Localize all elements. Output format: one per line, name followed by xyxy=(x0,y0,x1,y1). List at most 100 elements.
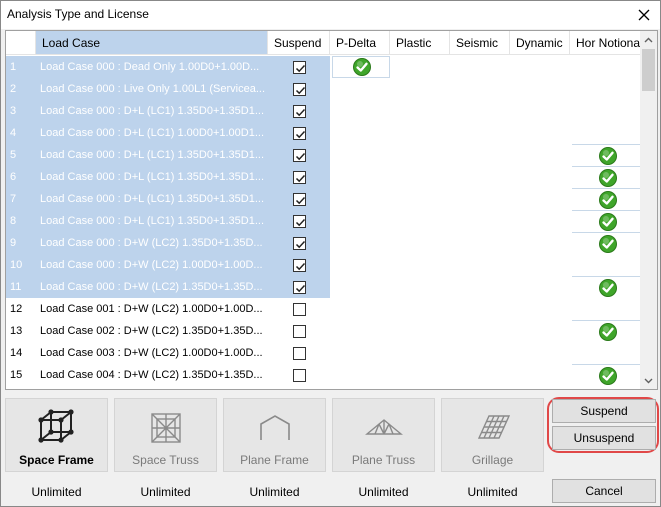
suspend-checkbox[interactable] xyxy=(292,170,306,184)
header-p-delta[interactable]: P-Delta xyxy=(330,31,390,55)
row-number: 15 xyxy=(10,369,23,381)
row-number: 11 xyxy=(6,276,36,298)
table-row[interactable]: 7 Load Case 000 : D+L (LC1) 1.35D0+1.35D1… xyxy=(6,188,640,210)
vertical-scrollbar[interactable] xyxy=(640,31,657,389)
table-row[interactable]: 9 Load Case 000 : D+W (LC2) 1.35D0+1.35D.… xyxy=(6,232,640,254)
suspend-checkbox[interactable] xyxy=(292,126,306,140)
hor-notional-cell[interactable] xyxy=(572,232,640,254)
hor-notional-cell[interactable] xyxy=(572,188,640,210)
load-case-name: Load Case 002 : D+W (LC2) 1.35D0+1.35D..… xyxy=(40,325,263,337)
scroll-up-icon[interactable] xyxy=(640,31,657,48)
suspend-checkbox[interactable] xyxy=(292,192,306,206)
table-row[interactable]: 13 Load Case 002 : D+W (LC2) 1.35D0+1.35D… xyxy=(6,320,640,342)
suspend-checkbox[interactable] xyxy=(292,302,306,316)
green-check-icon xyxy=(598,278,618,298)
suspend-cell xyxy=(268,342,330,364)
suspend-checkbox[interactable] xyxy=(292,280,306,294)
cancel-button[interactable]: Cancel xyxy=(552,479,656,503)
load-case-name: Load Case 000 : Dead Only 1.00D0+1.00D..… xyxy=(36,56,268,78)
suspend-cell xyxy=(268,210,330,232)
suspend-checkbox[interactable] xyxy=(292,236,306,250)
row-number: 4 xyxy=(6,122,36,144)
table-row[interactable]: 6 Load Case 000 : D+L (LC1) 1.35D0+1.35D1… xyxy=(6,166,640,188)
green-check-icon xyxy=(598,146,618,166)
suspend-checkbox[interactable] xyxy=(292,258,306,272)
load-case-name: Load Case 000 : D+L (LC1) 1.35D0+1.35D1.… xyxy=(36,166,268,188)
space-truss-button[interactable]: Space Truss xyxy=(114,398,217,472)
table-row[interactable]: 5 Load Case 000 : D+L (LC1) 1.35D0+1.35D1… xyxy=(6,144,640,166)
hor-notional-cell[interactable] xyxy=(572,210,640,232)
load-case-name: Load Case 000 : D+W (LC2) 1.00D0+1.00D..… xyxy=(36,254,268,276)
row-number: 14 xyxy=(10,347,23,359)
close-icon[interactable] xyxy=(634,5,654,25)
header-suspend[interactable]: Suspend xyxy=(268,31,330,55)
header-load-case[interactable]: Load Case xyxy=(36,31,268,55)
green-check-icon xyxy=(598,234,618,254)
suspend-cell xyxy=(268,78,330,100)
header-seismic[interactable]: Seismic xyxy=(450,31,510,55)
table-row[interactable]: 4 Load Case 000 : D+L (LC1) 1.00D0+1.00D1… xyxy=(6,122,640,144)
analysis-type-label: Plane Truss xyxy=(351,453,416,467)
green-check-icon xyxy=(598,168,618,188)
scrollbar-thumb[interactable] xyxy=(642,49,655,91)
suspend-cell xyxy=(268,232,330,254)
grillage-button[interactable]: Grillage xyxy=(441,398,544,472)
suspend-checkbox[interactable] xyxy=(292,82,306,96)
p-delta-cell[interactable] xyxy=(332,56,390,78)
space-frame-button[interactable]: Space Frame xyxy=(5,398,108,472)
load-case-name: Load Case 001 : D+W (LC2) 1.00D0+1.00D..… xyxy=(40,303,263,315)
row-number: 8 xyxy=(6,210,36,232)
suspend-checkbox[interactable] xyxy=(292,60,306,74)
unsuspend-button[interactable]: Unsuspend xyxy=(552,426,656,450)
row-number: 6 xyxy=(6,166,36,188)
green-check-icon xyxy=(598,212,618,232)
table-row[interactable]: 12 Load Case 001 : D+W (LC2) 1.00D0+1.00D… xyxy=(6,298,640,320)
dialog-title: Analysis Type and License xyxy=(7,7,149,21)
suspend-checkbox[interactable] xyxy=(292,104,306,118)
table-row[interactable]: 8 Load Case 000 : D+L (LC1) 1.35D0+1.35D1… xyxy=(6,210,640,232)
analysis-type-dialog: Analysis Type and License Load Case Susp… xyxy=(0,0,661,507)
row-number: 9 xyxy=(6,232,36,254)
hor-notional-cell[interactable] xyxy=(572,276,640,298)
suspend-checkbox[interactable] xyxy=(292,324,306,338)
load-case-name: Load Case 000 : D+L (LC1) 1.35D0+1.35D1.… xyxy=(36,100,268,122)
header-plastic[interactable]: Plastic xyxy=(390,31,450,55)
hor-notional-cell[interactable] xyxy=(572,166,640,188)
grid-body: Load Case Suspend P-Delta Plastic Seismi… xyxy=(6,31,640,389)
hor-notional-cell[interactable] xyxy=(572,320,640,342)
analysis-type-label: Space Truss xyxy=(132,453,199,467)
table-row[interactable]: 10 Load Case 000 : D+W (LC2) 1.00D0+1.00D… xyxy=(6,254,640,276)
plane-frame-button[interactable]: Plane Frame xyxy=(223,398,326,472)
suspend-cell xyxy=(268,188,330,210)
load-case-grid[interactable]: Load Case Suspend P-Delta Plastic Seismi… xyxy=(5,30,658,390)
suspend-checkbox[interactable] xyxy=(292,214,306,228)
table-row[interactable]: 2 Load Case 000 : Live Only 1.00L1 (Servi… xyxy=(6,78,640,100)
header-hor-notional[interactable]: Hor Notional xyxy=(570,31,640,55)
suspend-checkbox[interactable] xyxy=(292,368,306,382)
suspend-cell xyxy=(268,166,330,188)
table-row[interactable]: 3 Load Case 000 : D+L (LC1) 1.35D0+1.35D1… xyxy=(6,100,640,122)
hor-notional-cell[interactable] xyxy=(572,364,640,386)
scroll-down-icon[interactable] xyxy=(640,372,657,389)
header-dynamic[interactable]: Dynamic xyxy=(510,31,570,55)
suspend-checkbox[interactable] xyxy=(292,346,306,360)
hor-notional-cell[interactable] xyxy=(572,144,640,166)
load-case-name: Load Case 000 : D+L (LC1) 1.35D0+1.35D1.… xyxy=(36,144,268,166)
plane-truss-button[interactable]: Plane Truss xyxy=(332,398,435,472)
table-row[interactable]: 15 Load Case 004 : D+W (LC2) 1.35D0+1.35D… xyxy=(6,364,640,386)
suspend-cell xyxy=(268,298,330,320)
table-row[interactable]: 11 Load Case 000 : D+W (LC2) 1.35D0+1.35D… xyxy=(6,276,640,298)
green-check-icon xyxy=(352,57,372,77)
load-case-name: Load Case 004 : D+W (LC2) 1.35D0+1.35D..… xyxy=(40,369,263,381)
row-number: 1 xyxy=(6,56,36,78)
license-status: Unlimited xyxy=(358,485,409,499)
title-bar: Analysis Type and License xyxy=(1,1,660,29)
load-case-name: Load Case 000 : D+W (LC2) 1.35D0+1.35D..… xyxy=(36,232,268,254)
table-row[interactable]: 14 Load Case 003 : D+W (LC2) 1.00D0+1.00D… xyxy=(6,342,640,364)
suspend-button[interactable]: Suspend xyxy=(552,399,656,423)
row-number: 3 xyxy=(6,100,36,122)
table-row[interactable]: 1 Load Case 000 : Dead Only 1.00D0+1.00D.… xyxy=(6,56,640,78)
analysis-type-label: Grillage xyxy=(471,453,514,467)
suspend-checkbox[interactable] xyxy=(292,148,306,162)
suspend-cell xyxy=(268,364,330,386)
